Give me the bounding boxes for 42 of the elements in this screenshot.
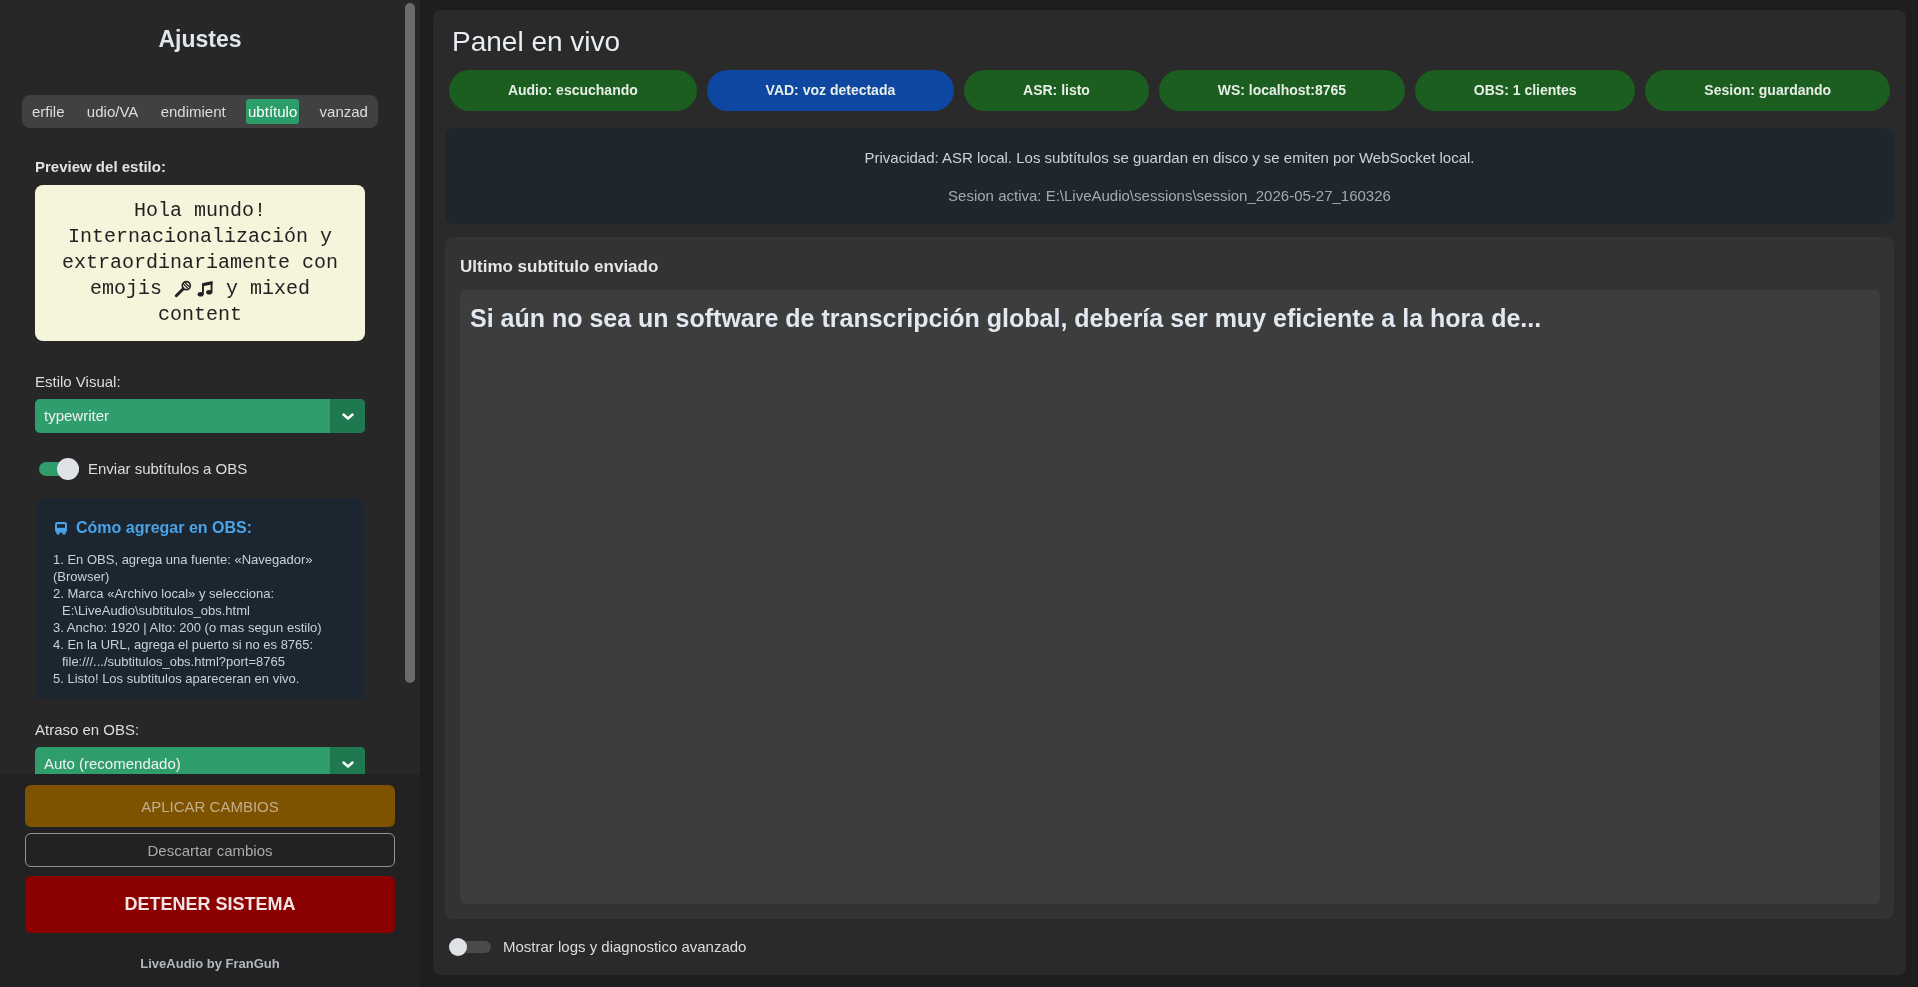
toggle-switch[interactable] bbox=[39, 458, 79, 480]
scrollbar-thumb[interactable] bbox=[405, 3, 415, 683]
status-badge: WS: localhost:8765 bbox=[1158, 70, 1405, 111]
help-step: 1. En OBS, agrega una fuente: «Navegador» (Browser) bbox=[53, 551, 355, 585]
panel-title: Panel en vivo bbox=[452, 25, 622, 59]
field-label: Atraso en OBS: bbox=[35, 721, 141, 739]
settings-tab[interactable]: endimient bbox=[158, 99, 228, 124]
settings-tab[interactable]: vanzad bbox=[317, 99, 370, 124]
subtitle-heading: Ultimo subtitulo enviado bbox=[460, 257, 660, 277]
sidebar-title: Ajustes bbox=[157, 25, 243, 54]
preview-text: emojis bbox=[90, 276, 162, 302]
preview-text: content bbox=[158, 302, 242, 328]
field-label: Estilo Visual: bbox=[35, 373, 122, 391]
help-step: 5. Listo! Los subtitulos apareceran en vivo. bbox=[53, 670, 355, 687]
status-badge: VAD: voz detectada bbox=[706, 70, 955, 111]
help-step-detail: file:///.../subtitulos_obs.html?port=8765 bbox=[61, 653, 286, 670]
chevron-down-icon bbox=[341, 761, 354, 768]
status-badge: Sesion: guardando bbox=[1645, 70, 1891, 111]
settings-tab[interactable]: erfile bbox=[30, 99, 67, 124]
stop-button[interactable]: DETENER SISTEMA bbox=[25, 876, 395, 933]
preview-text: y mixed bbox=[226, 276, 310, 302]
help-step: 2. Marca «Archivo local» y selecciona: bbox=[53, 585, 355, 602]
status-badge: Audio: escuchando bbox=[449, 70, 697, 111]
help-step-detail: E:\LiveAudio\subtitulos_obs.html bbox=[61, 602, 251, 619]
toggle-switch[interactable] bbox=[449, 938, 491, 956]
status-badge: OBS: 1 clientes bbox=[1414, 70, 1636, 111]
toggle-label: Enviar subtítulos a OBS bbox=[88, 460, 248, 478]
music-note-icon bbox=[196, 280, 214, 298]
bus-icon bbox=[54, 521, 68, 535]
settings-tab[interactable]: udio/VA bbox=[84, 99, 141, 124]
help-step: 3. Ancho: 1920 | Alto: 200 (o mas segun estilo) bbox=[53, 619, 355, 636]
credit-text: LiveAudio by FranGuh bbox=[139, 956, 281, 972]
subtitle-text: Si aún no sea un software de transcripción global, debería ser muy eficiente a la hora de... bbox=[470, 303, 1543, 334]
microphone-icon bbox=[174, 280, 192, 298]
chevron-down-icon bbox=[341, 412, 354, 420]
preview-label: Preview del estilo: bbox=[35, 158, 167, 176]
help-step: 4. En la URL, agrega el puerto si no es 8765: bbox=[53, 636, 355, 653]
session-text: Sesion activa: E:\LiveAudio\sessions\session_2026-05-27_160326 bbox=[947, 186, 1392, 206]
privacy-text: Privacidad: ASR local. Los subtítulos se guardan en disco y se emiten por WebSocket local. bbox=[863, 148, 1476, 168]
status-badge: ASR: listo bbox=[964, 70, 1149, 111]
toggle-label: Mostrar logs y diagnostico avanzado bbox=[503, 938, 747, 956]
help-title: Cómo agregar en OBS: bbox=[76, 518, 253, 538]
